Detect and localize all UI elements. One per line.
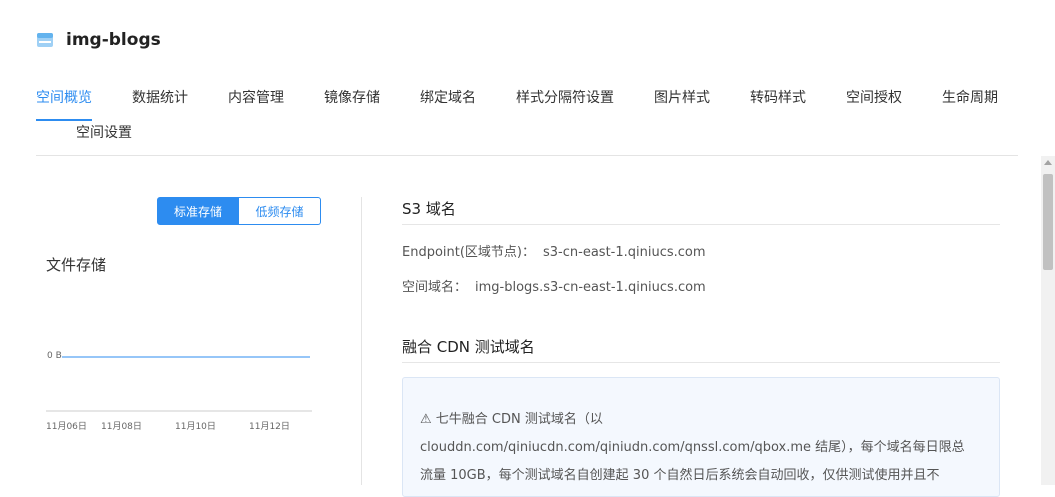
x-tick-label: 11月12日 <box>249 421 290 432</box>
bucket-header: img-blogs <box>36 28 161 52</box>
endpoint-label: Endpoint(区域节点)： <box>402 245 536 260</box>
s3-section-title: S3 域名 <box>402 200 456 218</box>
tab-separator[interactable]: 样式分隔符设置 <box>516 87 614 107</box>
infrequent-storage-button[interactable]: 低频存储 <box>239 197 321 225</box>
cdn-section-title: 融合 CDN 测试域名 <box>402 338 535 356</box>
tab-image-styles[interactable]: 图片样式 <box>654 87 710 107</box>
notice-line: 流量 10GB，每个测试域名自创建起 30 个自然日后系统会自动回收，仅供测试使… <box>420 468 940 483</box>
bucket-domain-label: 空间域名： <box>402 280 468 295</box>
x-tick-label: 11月06日 <box>46 421 87 432</box>
active-tab-indicator <box>36 119 92 121</box>
y-tick-label: 0 B <box>47 351 62 361</box>
tab-authorization[interactable]: 空间授权 <box>846 87 902 107</box>
panel-divider <box>361 197 362 485</box>
x-tick-label: 11月08日 <box>101 421 142 432</box>
notice-line: ⚠ 七牛融合 CDN 测试域名（以 <box>420 412 603 427</box>
bucket-domain-value: img-blogs.s3-cn-east-1.qiniucs.com <box>475 280 706 295</box>
tab-mirror[interactable]: 镜像存储 <box>324 87 380 107</box>
tab-overview[interactable]: 空间概览 <box>36 87 92 107</box>
bucket-icon <box>37 33 53 47</box>
tab-domains[interactable]: 绑定域名 <box>420 87 476 107</box>
tab-lifecycle[interactable]: 生命周期 <box>942 87 998 107</box>
tab-statistics[interactable]: 数据统计 <box>132 87 188 107</box>
cdn-section-divider <box>402 362 1000 363</box>
tabs-divider <box>36 155 1018 156</box>
endpoint-value: s3-cn-east-1.qiniucs.com <box>543 245 706 260</box>
standard-storage-button[interactable]: 标准存储 <box>157 197 239 225</box>
storage-type-toggle: 标准存储 低频存储 <box>157 197 321 225</box>
tab-transcode[interactable]: 转码样式 <box>750 87 806 107</box>
file-storage-title: 文件存储 <box>46 256 107 274</box>
tab-content[interactable]: 内容管理 <box>228 87 284 107</box>
scrollbar-thumb[interactable] <box>1043 174 1053 270</box>
x-tick-label: 11月10日 <box>175 421 216 432</box>
cdn-test-domain-notice: ⚠ 七牛融合 CDN 测试域名（以 clouddn.com/qiniucdn.c… <box>402 377 1000 497</box>
endpoint-row: Endpoint(区域节点)： s3-cn-east-1.qiniucs.com <box>402 241 706 260</box>
bucket-domain-row: 空间域名： img-blogs.s3-cn-east-1.qiniucs.com <box>402 276 706 295</box>
s3-section-divider <box>402 224 1000 225</box>
tab-settings[interactable]: 空间设置 <box>76 122 132 142</box>
storage-chart: 0 B 11月06日 11月08日 11月10日 11月12日 <box>46 351 312 432</box>
scroll-up-arrow-icon[interactable] <box>1044 160 1052 165</box>
bucket-title: img-blogs <box>66 30 161 50</box>
notice-line: clouddn.com/qiniucdn.com/qiniudn.com/qns… <box>420 440 965 455</box>
